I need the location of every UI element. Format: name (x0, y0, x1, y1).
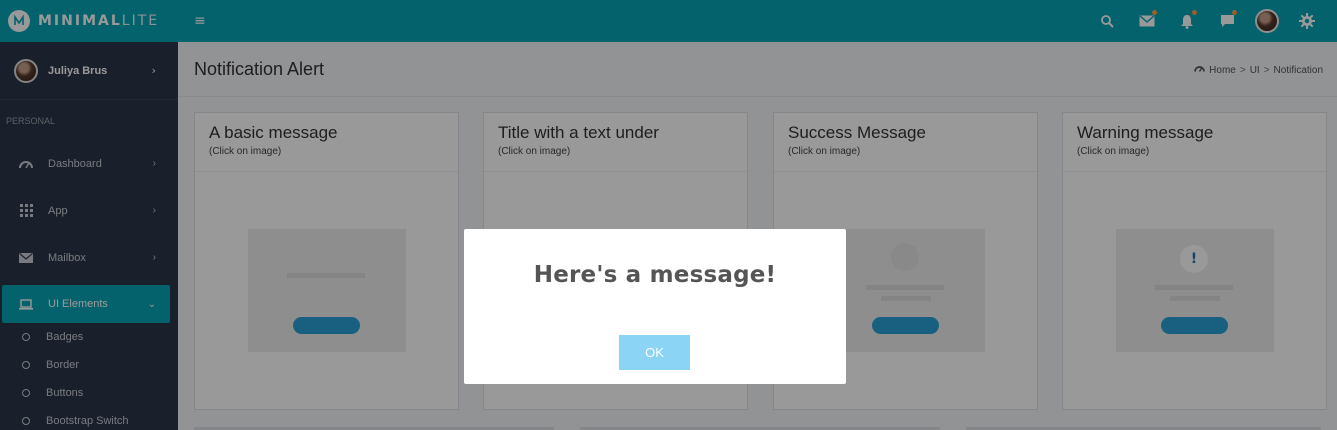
modal-title: Here's a message! (533, 262, 777, 288)
alert-modal: Here's a message! OK (464, 229, 846, 384)
ok-button[interactable]: OK (619, 335, 690, 370)
